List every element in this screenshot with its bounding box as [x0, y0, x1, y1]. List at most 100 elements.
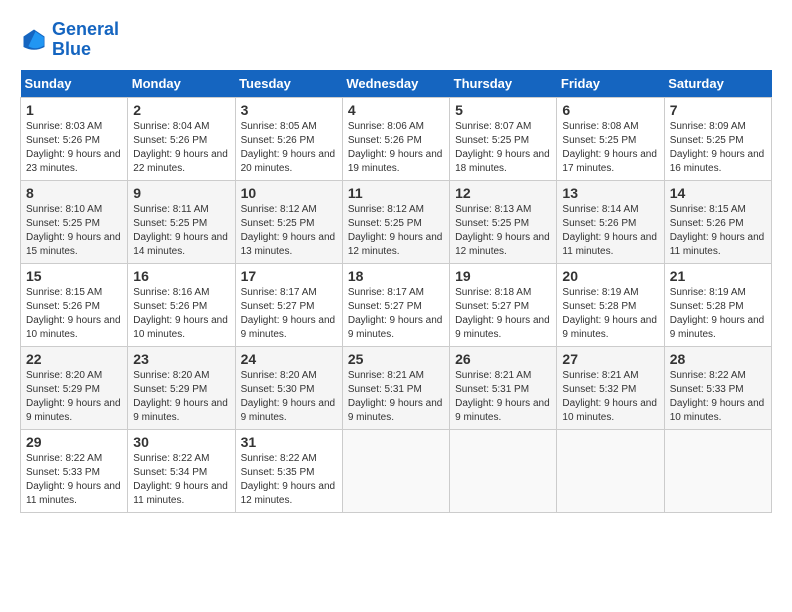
day-info: Sunrise: 8:22 AMSunset: 5:34 PMDaylight:… [133, 453, 228, 506]
day-number: 18 [348, 268, 444, 284]
day-number: 17 [241, 268, 337, 284]
day-number: 10 [241, 185, 337, 201]
day-info: Sunrise: 8:14 AMSunset: 5:26 PMDaylight:… [562, 204, 657, 257]
day-info: Sunrise: 8:21 AMSunset: 5:31 PMDaylight:… [455, 370, 550, 423]
day-number: 1 [26, 102, 122, 118]
calendar-cell: 10 Sunrise: 8:12 AMSunset: 5:25 PMDaylig… [235, 180, 342, 263]
day-number: 29 [26, 434, 122, 450]
calendar-cell: 4 Sunrise: 8:06 AMSunset: 5:26 PMDayligh… [342, 97, 449, 180]
calendar-cell: 30 Sunrise: 8:22 AMSunset: 5:34 PMDaylig… [128, 429, 235, 512]
calendar-cell: 15 Sunrise: 8:15 AMSunset: 5:26 PMDaylig… [21, 263, 128, 346]
logo: General Blue [20, 20, 119, 60]
day-info: Sunrise: 8:13 AMSunset: 5:25 PMDaylight:… [455, 204, 550, 257]
day-number: 21 [670, 268, 766, 284]
calendar-cell: 3 Sunrise: 8:05 AMSunset: 5:26 PMDayligh… [235, 97, 342, 180]
calendar-cell: 27 Sunrise: 8:21 AMSunset: 5:32 PMDaylig… [557, 346, 664, 429]
day-info: Sunrise: 8:20 AMSunset: 5:30 PMDaylight:… [241, 370, 336, 423]
calendar-cell: 5 Sunrise: 8:07 AMSunset: 5:25 PMDayligh… [450, 97, 557, 180]
weekday-header-thursday: Thursday [450, 70, 557, 98]
calendar-cell: 19 Sunrise: 8:18 AMSunset: 5:27 PMDaylig… [450, 263, 557, 346]
calendar-cell: 11 Sunrise: 8:12 AMSunset: 5:25 PMDaylig… [342, 180, 449, 263]
calendar-cell: 6 Sunrise: 8:08 AMSunset: 5:25 PMDayligh… [557, 97, 664, 180]
calendar-table: SundayMondayTuesdayWednesdayThursdayFrid… [20, 70, 772, 513]
calendar-cell: 1 Sunrise: 8:03 AMSunset: 5:26 PMDayligh… [21, 97, 128, 180]
day-info: Sunrise: 8:15 AMSunset: 5:26 PMDaylight:… [670, 204, 765, 257]
day-info: Sunrise: 8:09 AMSunset: 5:25 PMDaylight:… [670, 121, 765, 174]
calendar-cell: 12 Sunrise: 8:13 AMSunset: 5:25 PMDaylig… [450, 180, 557, 263]
day-info: Sunrise: 8:11 AMSunset: 5:25 PMDaylight:… [133, 204, 228, 257]
day-number: 24 [241, 351, 337, 367]
day-info: Sunrise: 8:21 AMSunset: 5:32 PMDaylight:… [562, 370, 657, 423]
day-info: Sunrise: 8:17 AMSunset: 5:27 PMDaylight:… [348, 287, 443, 340]
weekday-header-friday: Friday [557, 70, 664, 98]
calendar-cell [557, 429, 664, 512]
day-info: Sunrise: 8:16 AMSunset: 5:26 PMDaylight:… [133, 287, 228, 340]
day-info: Sunrise: 8:17 AMSunset: 5:27 PMDaylight:… [241, 287, 336, 340]
day-info: Sunrise: 8:21 AMSunset: 5:31 PMDaylight:… [348, 370, 443, 423]
day-number: 6 [562, 102, 658, 118]
calendar-week-row: 1 Sunrise: 8:03 AMSunset: 5:26 PMDayligh… [21, 97, 772, 180]
calendar-cell: 17 Sunrise: 8:17 AMSunset: 5:27 PMDaylig… [235, 263, 342, 346]
day-info: Sunrise: 8:12 AMSunset: 5:25 PMDaylight:… [241, 204, 336, 257]
day-number: 7 [670, 102, 766, 118]
calendar-cell: 9 Sunrise: 8:11 AMSunset: 5:25 PMDayligh… [128, 180, 235, 263]
calendar-cell: 18 Sunrise: 8:17 AMSunset: 5:27 PMDaylig… [342, 263, 449, 346]
calendar-cell: 8 Sunrise: 8:10 AMSunset: 5:25 PMDayligh… [21, 180, 128, 263]
calendar-week-row: 29 Sunrise: 8:22 AMSunset: 5:33 PMDaylig… [21, 429, 772, 512]
calendar-week-row: 22 Sunrise: 8:20 AMSunset: 5:29 PMDaylig… [21, 346, 772, 429]
day-number: 23 [133, 351, 229, 367]
weekday-header-wednesday: Wednesday [342, 70, 449, 98]
calendar-cell: 13 Sunrise: 8:14 AMSunset: 5:26 PMDaylig… [557, 180, 664, 263]
day-info: Sunrise: 8:18 AMSunset: 5:27 PMDaylight:… [455, 287, 550, 340]
logo-text: General Blue [52, 20, 119, 60]
day-number: 28 [670, 351, 766, 367]
page-header: General Blue [20, 20, 772, 60]
calendar-cell: 29 Sunrise: 8:22 AMSunset: 5:33 PMDaylig… [21, 429, 128, 512]
day-number: 12 [455, 185, 551, 201]
weekday-header-monday: Monday [128, 70, 235, 98]
weekday-header-sunday: Sunday [21, 70, 128, 98]
calendar-cell [664, 429, 771, 512]
calendar-cell: 16 Sunrise: 8:16 AMSunset: 5:26 PMDaylig… [128, 263, 235, 346]
day-number: 31 [241, 434, 337, 450]
calendar-cell: 24 Sunrise: 8:20 AMSunset: 5:30 PMDaylig… [235, 346, 342, 429]
day-info: Sunrise: 8:19 AMSunset: 5:28 PMDaylight:… [670, 287, 765, 340]
calendar-week-row: 8 Sunrise: 8:10 AMSunset: 5:25 PMDayligh… [21, 180, 772, 263]
day-number: 16 [133, 268, 229, 284]
weekday-header-row: SundayMondayTuesdayWednesdayThursdayFrid… [21, 70, 772, 98]
day-info: Sunrise: 8:07 AMSunset: 5:25 PMDaylight:… [455, 121, 550, 174]
day-info: Sunrise: 8:22 AMSunset: 5:35 PMDaylight:… [241, 453, 336, 506]
day-number: 13 [562, 185, 658, 201]
day-info: Sunrise: 8:20 AMSunset: 5:29 PMDaylight:… [26, 370, 121, 423]
day-number: 22 [26, 351, 122, 367]
calendar-cell: 2 Sunrise: 8:04 AMSunset: 5:26 PMDayligh… [128, 97, 235, 180]
day-number: 20 [562, 268, 658, 284]
day-info: Sunrise: 8:10 AMSunset: 5:25 PMDaylight:… [26, 204, 121, 257]
day-number: 4 [348, 102, 444, 118]
day-info: Sunrise: 8:06 AMSunset: 5:26 PMDaylight:… [348, 121, 443, 174]
day-number: 15 [26, 268, 122, 284]
day-number: 2 [133, 102, 229, 118]
calendar-cell: 20 Sunrise: 8:19 AMSunset: 5:28 PMDaylig… [557, 263, 664, 346]
weekday-header-tuesday: Tuesday [235, 70, 342, 98]
calendar-cell: 23 Sunrise: 8:20 AMSunset: 5:29 PMDaylig… [128, 346, 235, 429]
day-number: 3 [241, 102, 337, 118]
day-info: Sunrise: 8:22 AMSunset: 5:33 PMDaylight:… [26, 453, 121, 506]
day-number: 30 [133, 434, 229, 450]
calendar-cell: 7 Sunrise: 8:09 AMSunset: 5:25 PMDayligh… [664, 97, 771, 180]
calendar-cell [450, 429, 557, 512]
day-number: 14 [670, 185, 766, 201]
day-info: Sunrise: 8:12 AMSunset: 5:25 PMDaylight:… [348, 204, 443, 257]
day-info: Sunrise: 8:04 AMSunset: 5:26 PMDaylight:… [133, 121, 228, 174]
day-number: 11 [348, 185, 444, 201]
day-number: 26 [455, 351, 551, 367]
calendar-cell: 22 Sunrise: 8:20 AMSunset: 5:29 PMDaylig… [21, 346, 128, 429]
day-info: Sunrise: 8:19 AMSunset: 5:28 PMDaylight:… [562, 287, 657, 340]
calendar-cell: 28 Sunrise: 8:22 AMSunset: 5:33 PMDaylig… [664, 346, 771, 429]
calendar-cell: 21 Sunrise: 8:19 AMSunset: 5:28 PMDaylig… [664, 263, 771, 346]
day-number: 9 [133, 185, 229, 201]
day-number: 27 [562, 351, 658, 367]
calendar-cell: 31 Sunrise: 8:22 AMSunset: 5:35 PMDaylig… [235, 429, 342, 512]
day-info: Sunrise: 8:22 AMSunset: 5:33 PMDaylight:… [670, 370, 765, 423]
day-info: Sunrise: 8:08 AMSunset: 5:25 PMDaylight:… [562, 121, 657, 174]
